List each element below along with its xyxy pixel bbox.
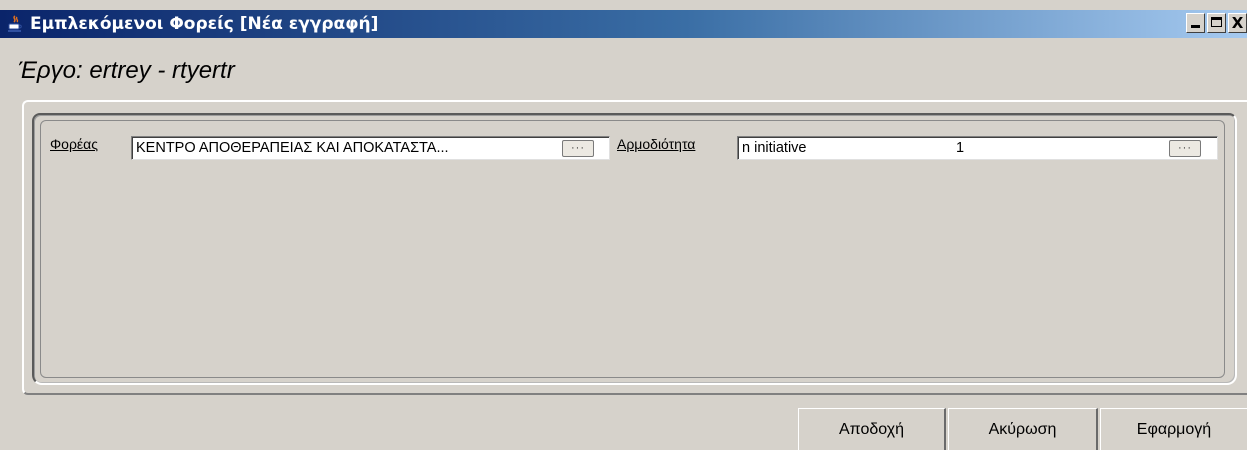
agency-value: ΚΕΝΤΡΟ ΑΠΟΘΕΡΑΠΕΙΑΣ ΚΑΙ ΑΠΟΚΑΤΑΣΤΑ... bbox=[136, 140, 449, 156]
accept-button[interactable]: Αποδοχή bbox=[798, 408, 946, 450]
cancel-button[interactable]: Ακύρωση bbox=[948, 408, 1098, 450]
agency-label: Φορέας bbox=[50, 136, 99, 152]
agency-browse-button[interactable]: ··· bbox=[562, 140, 594, 157]
minimize-button[interactable] bbox=[1186, 13, 1205, 33]
maximize-icon bbox=[1211, 17, 1222, 27]
project-heading: Έργο: ertrey - rtyertr bbox=[18, 57, 235, 84]
window-controls: X bbox=[1184, 13, 1247, 33]
dialog-window: Εμπλεκόμενοι Φορείς [Νέα εγγραφή] X Έργο… bbox=[0, 0, 1247, 450]
minimize-icon bbox=[1191, 25, 1200, 28]
window-title: Εμπλεκόμενοι Φορείς [Νέα εγγραφή] bbox=[30, 14, 379, 34]
maximize-button[interactable] bbox=[1207, 13, 1226, 33]
close-icon: X bbox=[1231, 13, 1244, 32]
close-button[interactable]: X bbox=[1228, 13, 1247, 33]
agency-field[interactable]: ΚΕΝΤΡΟ ΑΠΟΘΕΡΑΠΕΙΑΣ ΚΑΙ ΑΠΟΚΑΤΑΣΤΑ... ··… bbox=[131, 136, 610, 160]
title-bar[interactable]: Εμπλεκόμενοι Φορείς [Νέα εγγραφή] X bbox=[0, 10, 1247, 38]
competence-code: 1 bbox=[956, 140, 965, 156]
competence-label: Αρμοδιότητα bbox=[617, 136, 696, 152]
competence-name: n initiative bbox=[742, 140, 807, 156]
apply-button[interactable]: Εφαρμογή bbox=[1100, 408, 1247, 450]
java-coffee-cup-icon bbox=[6, 15, 24, 33]
competence-field[interactable]: n initiative 1 ··· bbox=[737, 136, 1218, 160]
competence-browse-button[interactable]: ··· bbox=[1169, 140, 1201, 157]
